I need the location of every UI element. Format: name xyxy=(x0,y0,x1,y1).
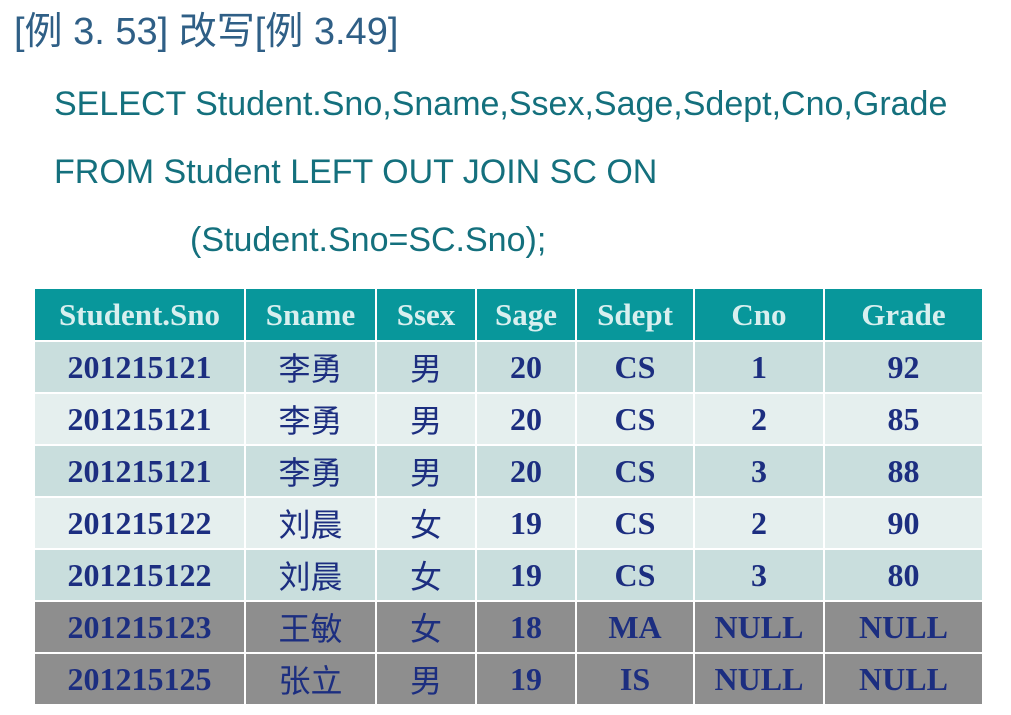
cell-grade: NULL xyxy=(823,600,984,654)
cell-sdept: CS xyxy=(575,548,695,602)
table-row-null: 201215125 张立 男 19 IS NULL NULL xyxy=(33,652,984,706)
header-sname: Sname xyxy=(244,287,377,342)
cell-sdept: MA xyxy=(575,600,695,654)
header-student-sno: Student.Sno xyxy=(33,287,246,342)
sql-from-line: FROM Student LEFT OUT JOIN SC ON xyxy=(54,153,658,191)
cell-sno: 201215122 xyxy=(33,548,246,602)
cell-ssex: 女 xyxy=(375,600,477,654)
cell-sno: 201215121 xyxy=(33,340,246,394)
cell-cno: NULL xyxy=(693,600,825,654)
cell-sdept: CS xyxy=(575,392,695,446)
cell-sno: 201215125 xyxy=(33,652,246,706)
cell-sname: 刘晨 xyxy=(244,548,377,602)
table-row: 201215121 李勇 男 20 CS 1 92 xyxy=(33,340,984,394)
cell-cno: 3 xyxy=(693,444,825,498)
cell-sage: 19 xyxy=(475,548,577,602)
cell-ssex: 男 xyxy=(375,392,477,446)
cell-sname: 李勇 xyxy=(244,392,377,446)
cell-sno: 201215121 xyxy=(33,444,246,498)
cell-ssex: 男 xyxy=(375,652,477,706)
result-table: Student.Sno Sname Ssex Sage Sdept Cno Gr… xyxy=(33,287,984,706)
cell-sname: 李勇 xyxy=(244,444,377,498)
cell-sdept: CS xyxy=(575,496,695,550)
cell-sno: 201215123 xyxy=(33,600,246,654)
cell-cno: 2 xyxy=(693,496,825,550)
cell-sname: 王敏 xyxy=(244,600,377,654)
sql-select-line: SELECT Student.Sno,Sname,Ssex,Sage,Sdept… xyxy=(54,85,948,123)
cell-sname: 刘晨 xyxy=(244,496,377,550)
cell-sage: 19 xyxy=(475,652,577,706)
cell-ssex: 女 xyxy=(375,496,477,550)
cell-sage: 18 xyxy=(475,600,577,654)
cell-grade: NULL xyxy=(823,652,984,706)
cell-cno: 3 xyxy=(693,548,825,602)
cell-sno: 201215122 xyxy=(33,496,246,550)
cell-sno: 201215121 xyxy=(33,392,246,446)
cell-sdept: IS xyxy=(575,652,695,706)
cell-grade: 92 xyxy=(823,340,984,394)
cell-sage: 20 xyxy=(475,340,577,394)
cell-sname: 李勇 xyxy=(244,340,377,394)
cell-grade: 88 xyxy=(823,444,984,498)
slide-title: [例 3. 53] 改写[例 3.49] xyxy=(14,11,399,53)
table-row: 201215122 刘晨 女 19 CS 3 80 xyxy=(33,548,984,602)
header-ssex: Ssex xyxy=(375,287,477,342)
table-row: 201215121 李勇 男 20 CS 3 88 xyxy=(33,444,984,498)
cell-ssex: 男 xyxy=(375,444,477,498)
header-sage: Sage xyxy=(475,287,577,342)
cell-sdept: CS xyxy=(575,444,695,498)
table-row: 201215121 李勇 男 20 CS 2 85 xyxy=(33,392,984,446)
table-row-null: 201215123 王敏 女 18 MA NULL NULL xyxy=(33,600,984,654)
table-row: 201215122 刘晨 女 19 CS 2 90 xyxy=(33,496,984,550)
cell-grade: 80 xyxy=(823,548,984,602)
cell-cno: NULL xyxy=(693,652,825,706)
cell-grade: 85 xyxy=(823,392,984,446)
sql-on-condition-line: (Student.Sno=SC.Sno); xyxy=(190,221,547,259)
cell-ssex: 男 xyxy=(375,340,477,394)
header-grade: Grade xyxy=(823,287,984,342)
table-header-row: Student.Sno Sname Ssex Sage Sdept Cno Gr… xyxy=(33,287,984,342)
cell-grade: 90 xyxy=(823,496,984,550)
cell-cno: 2 xyxy=(693,392,825,446)
cell-sdept: CS xyxy=(575,340,695,394)
cell-ssex: 女 xyxy=(375,548,477,602)
cell-sage: 20 xyxy=(475,444,577,498)
cell-sname: 张立 xyxy=(244,652,377,706)
header-cno: Cno xyxy=(693,287,825,342)
cell-sage: 19 xyxy=(475,496,577,550)
header-sdept: Sdept xyxy=(575,287,695,342)
cell-sage: 20 xyxy=(475,392,577,446)
cell-cno: 1 xyxy=(693,340,825,394)
